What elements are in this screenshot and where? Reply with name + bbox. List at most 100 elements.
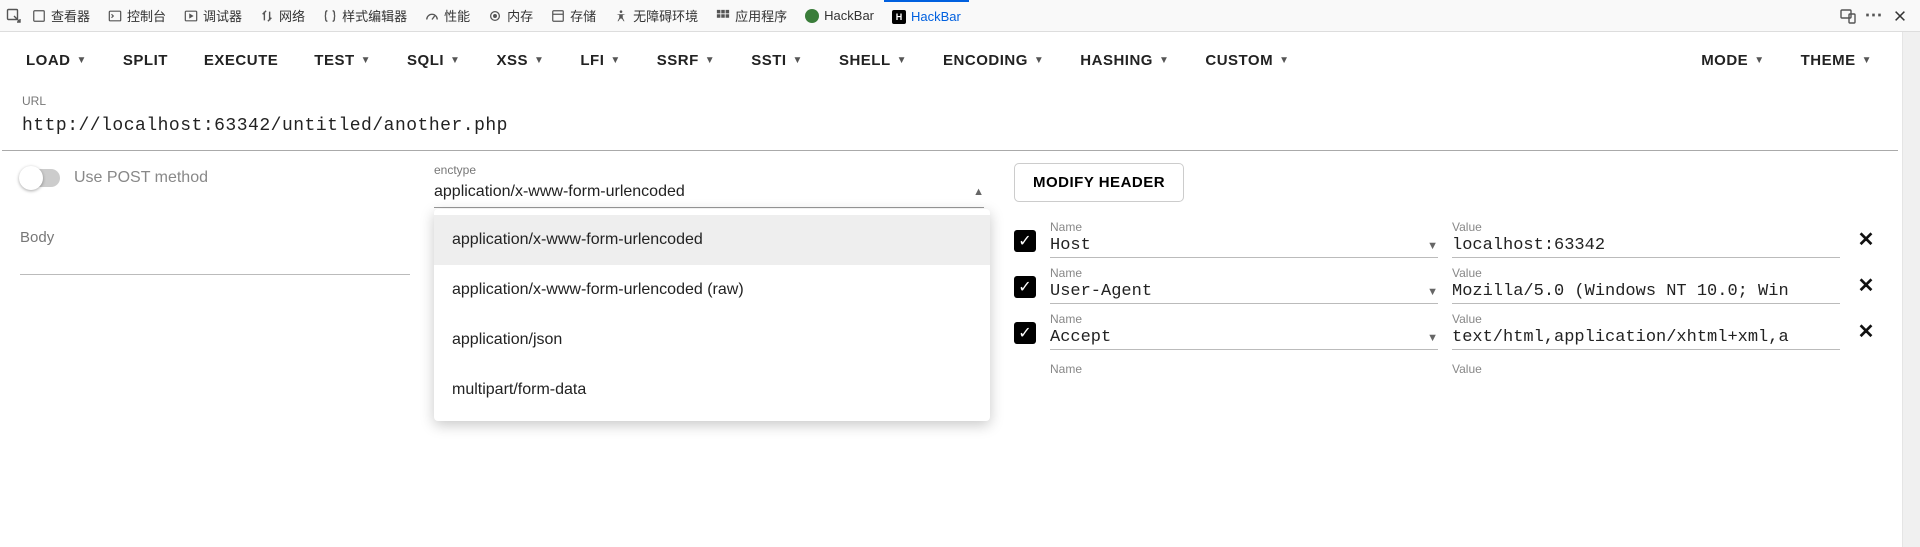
accessibility-icon (614, 9, 628, 23)
hackbar-h-icon: H (892, 10, 906, 24)
tab-debugger[interactable]: 调试器 (176, 0, 250, 31)
tab-label: 性能 (444, 6, 470, 25)
header-name-label: Name (1050, 362, 1438, 376)
encoding-button[interactable]: ENCODING▼ (927, 44, 1060, 77)
hashing-button[interactable]: HASHING▼ (1064, 44, 1185, 77)
use-post-toggle[interactable] (20, 169, 60, 187)
caret-icon: ▼ (793, 55, 803, 66)
tab-application[interactable]: 应用程序 (708, 0, 795, 31)
caret-icon: ▼ (534, 55, 544, 66)
tab-label: 控制台 (127, 6, 166, 25)
caret-icon: ▼ (450, 55, 460, 66)
sqli-button[interactable]: SQLI▼ (391, 44, 476, 77)
btn-label: SPLIT (123, 52, 168, 69)
kebab-menu-icon[interactable]: ⋯ (1866, 8, 1882, 24)
btn-label: SHELL (839, 52, 891, 69)
tab-console[interactable]: 控制台 (100, 0, 174, 31)
lfi-button[interactable]: LFI▼ (564, 44, 636, 77)
devtools-tab-strip: 查看器 控制台 调试器 网络 样式编辑器 性能 内存 存储 无障碍环境 应用程序… (0, 0, 1920, 32)
header-checkbox[interactable]: ✓ (1014, 276, 1036, 298)
split-button[interactable]: SPLIT (107, 44, 184, 77)
memory-icon (488, 9, 502, 23)
caret-icon: ▼ (705, 55, 715, 66)
tab-network[interactable]: 网络 (252, 0, 313, 31)
enctype-option[interactable]: application/json (434, 315, 990, 365)
enctype-label: enctype (434, 163, 984, 177)
chevron-down-icon[interactable]: ▼ (1427, 240, 1438, 252)
tab-hackbar-1[interactable]: HackBar (797, 0, 882, 31)
test-button[interactable]: TEST ▼ (298, 44, 387, 77)
delete-header-icon[interactable]: ✕ (1854, 319, 1878, 344)
tab-performance[interactable]: 性能 (417, 0, 478, 31)
style-editor-icon (323, 9, 337, 23)
enctype-dropdown: application/x-www-form-urlencoded applic… (434, 209, 990, 421)
network-icon (260, 9, 274, 23)
caret-icon: ▼ (77, 55, 87, 66)
hackbar-green-icon (805, 9, 819, 23)
btn-label: TEST (314, 52, 354, 69)
tab-style-editor[interactable]: 样式编辑器 (315, 0, 415, 31)
header-row: ✓ Name ▼ Value ✕ (1014, 260, 1878, 306)
ssti-button[interactable]: SSTI ▼ (735, 44, 819, 77)
tab-memory[interactable]: 内存 (480, 0, 541, 31)
tab-accessibility[interactable]: 无障碍环境 (606, 0, 706, 31)
delete-header-icon[interactable]: ✕ (1854, 273, 1878, 298)
enctype-option[interactable]: application/x-www-form-urlencoded (raw) (434, 265, 990, 315)
header-row-stub: Name Value (1014, 352, 1878, 382)
header-name-input[interactable] (1050, 282, 1419, 301)
url-input[interactable] (22, 112, 1878, 140)
load-button[interactable]: LOAD▼ (10, 44, 103, 77)
modify-header-button[interactable]: MODIFY HEADER (1014, 163, 1184, 202)
enctype-option[interactable]: application/x-www-form-urlencoded (434, 215, 990, 265)
btn-label: XSS (496, 52, 528, 69)
responsive-design-icon[interactable] (1840, 8, 1856, 24)
tab-label: 无障碍环境 (633, 6, 698, 25)
chevron-down-icon[interactable]: ▼ (1427, 286, 1438, 298)
header-value-label: Value (1452, 220, 1840, 234)
xss-button[interactable]: XSS ▼ (480, 44, 560, 77)
btn-label: EXECUTE (204, 52, 278, 69)
delete-header-icon[interactable]: ✕ (1854, 227, 1878, 252)
tab-label: 网络 (279, 6, 305, 25)
mode-button[interactable]: MODE▼ (1685, 44, 1780, 77)
header-checkbox[interactable]: ✓ (1014, 322, 1036, 344)
tab-storage[interactable]: 存储 (543, 0, 604, 31)
header-row: ✓ Name ▼ Value ✕ (1014, 306, 1878, 352)
header-checkbox[interactable]: ✓ (1014, 230, 1036, 252)
header-name-label: Name (1050, 220, 1438, 234)
theme-button[interactable]: THEME▼ (1785, 44, 1888, 77)
btn-label: SSTI (751, 52, 786, 69)
header-name-input[interactable] (1050, 236, 1419, 255)
header-value-input[interactable] (1452, 328, 1840, 347)
enctype-selected-value: application/x-www-form-urlencoded (434, 183, 685, 201)
custom-button[interactable]: CUSTOM▼ (1189, 44, 1305, 77)
url-field-container: URL (2, 88, 1898, 151)
ssrf-button[interactable]: SSRF ▼ (641, 44, 731, 77)
shell-button[interactable]: SHELL ▼ (823, 44, 923, 77)
execute-button[interactable]: EXECUTE (188, 44, 294, 77)
header-name-input[interactable] (1050, 328, 1419, 347)
enctype-option[interactable]: multipart/form-data (434, 365, 990, 415)
close-icon[interactable] (1892, 8, 1908, 24)
tab-inspector[interactable]: 查看器 (24, 0, 98, 31)
btn-label: THEME (1801, 52, 1856, 69)
use-post-label: Use POST method (74, 169, 208, 187)
tab-label: 内存 (507, 6, 533, 25)
caret-icon: ▼ (361, 55, 371, 66)
element-picker-icon[interactable] (6, 8, 22, 24)
chevron-down-icon[interactable]: ▼ (1427, 332, 1438, 344)
tab-label: HackBar (911, 9, 961, 24)
debugger-icon (184, 9, 198, 23)
caret-icon: ▼ (1159, 55, 1169, 66)
header-value-label: Value (1452, 362, 1840, 376)
vertical-scrollbar[interactable] (1902, 32, 1920, 547)
btn-label: SSRF (657, 52, 699, 69)
console-icon (108, 9, 122, 23)
caret-icon: ▼ (610, 55, 620, 66)
caret-icon: ▼ (897, 55, 907, 66)
header-value-input[interactable] (1452, 236, 1840, 255)
header-value-input[interactable] (1452, 282, 1840, 301)
tab-label: HackBar (824, 8, 874, 23)
tab-hackbar-2[interactable]: H HackBar (884, 0, 969, 31)
enctype-select[interactable]: application/x-www-form-urlencoded ▲ (434, 179, 984, 208)
